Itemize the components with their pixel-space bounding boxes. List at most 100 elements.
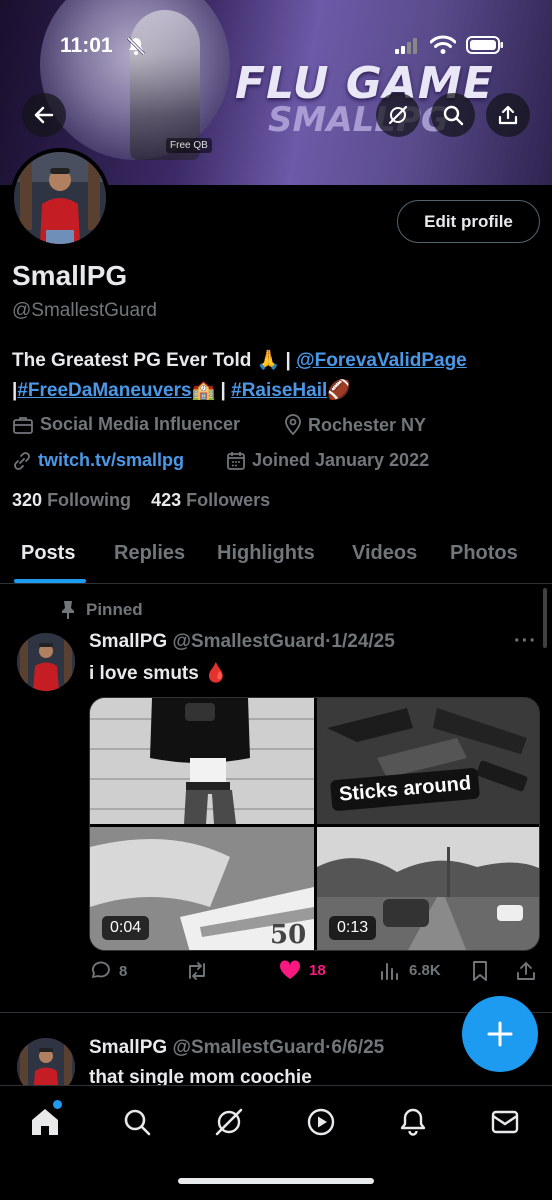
heart-icon — [279, 960, 301, 979]
tab-replies[interactable]: Replies — [114, 542, 185, 565]
calendar-icon — [227, 451, 245, 470]
reply-icon — [91, 961, 110, 978]
post-author-handle[interactable]: @SmallestGuard — [172, 1037, 325, 1058]
post-avatar[interactable] — [17, 633, 75, 691]
status-time: 11:01 — [60, 34, 113, 57]
profile-category: Social Media Influencer — [12, 414, 240, 435]
profile-handle: @SmallestGuard — [12, 300, 157, 321]
profile-bio: The Greatest PG Ever Told 🙏 | @ForevaVal… — [12, 346, 547, 406]
wifi-icon — [430, 35, 456, 54]
bio-text: The Greatest PG Ever Told 🙏 | — [12, 350, 297, 371]
mail-icon — [491, 1110, 519, 1134]
post-more-button[interactable]: ··· — [514, 630, 537, 653]
scrollbar[interactable] — [543, 588, 547, 648]
post-date[interactable]: 1/24/25 — [331, 631, 394, 652]
profile-website[interactable]: twitch.tv/smallpg — [12, 450, 184, 471]
search-icon — [443, 105, 464, 126]
nav-search[interactable] — [119, 1104, 155, 1140]
repost-icon — [189, 962, 205, 980]
view-count: 6.8K — [409, 961, 441, 979]
media-photo[interactable]: Sticks around — [317, 698, 539, 824]
post-text: i love smuts 🩸 — [89, 663, 228, 684]
location-pin-icon — [285, 414, 301, 436]
views-icon — [381, 963, 398, 980]
bio-separator: | — [215, 380, 232, 401]
bell-slash-icon — [126, 36, 146, 56]
post-author-name[interactable]: SmallPG — [89, 1037, 167, 1058]
svg-text:50: 50 — [270, 920, 306, 950]
play-icon — [307, 1108, 335, 1136]
nav-video[interactable] — [303, 1104, 339, 1140]
back-button[interactable] — [22, 93, 66, 137]
media-image — [90, 698, 314, 824]
grok-icon — [215, 1108, 243, 1136]
home-notification-dot — [53, 1100, 62, 1109]
status-bar: 11:01 — [0, 30, 552, 60]
avatar-image — [17, 633, 75, 691]
display-name: SmallPG — [12, 260, 128, 291]
followers-link[interactable]: 423 Followers — [151, 490, 270, 510]
share-button[interactable] — [486, 93, 530, 137]
reply-count: 8 — [119, 962, 128, 980]
tab-videos[interactable]: Videos — [352, 542, 417, 565]
nav-grok[interactable] — [211, 1104, 247, 1140]
follow-stats: 320 Following 423 Followers — [12, 490, 270, 511]
pin-icon — [62, 601, 74, 619]
bio-hashtag-link[interactable]: #FreeDaManeuvers — [17, 380, 191, 401]
views-button[interactable]: 6.8K — [379, 960, 441, 980]
bio-hashtag-link[interactable]: #RaiseHail — [231, 380, 327, 401]
reply-button[interactable]: 8 — [89, 960, 127, 982]
post-author-name[interactable]: SmallPG — [89, 631, 167, 652]
bio-emoji: 🏈 — [327, 380, 351, 401]
compose-post-button[interactable] — [462, 996, 538, 1072]
profile-location: Rochester NY — [284, 414, 426, 436]
grok-button[interactable] — [376, 93, 420, 137]
media-video[interactable]: 50 0:04 — [90, 827, 314, 950]
home-icon — [32, 1109, 58, 1135]
tab-posts[interactable]: Posts — [21, 542, 75, 565]
tab-highlights[interactable]: Highlights — [217, 542, 315, 565]
search-button[interactable] — [431, 93, 475, 137]
video-duration: 0:13 — [329, 916, 377, 940]
tab-photos[interactable]: Photos — [450, 542, 518, 565]
nav-home[interactable] — [27, 1104, 63, 1140]
following-link[interactable]: 320 Following — [12, 490, 131, 510]
website-link[interactable]: twitch.tv/smallpg — [38, 450, 184, 471]
bio-mention-link[interactable]: @ForevaValidPage — [296, 350, 467, 371]
nav-messages[interactable] — [487, 1104, 523, 1140]
post-author-handle[interactable]: @SmallestGuard — [172, 631, 325, 652]
banner-subtitle: SMALLPG — [268, 100, 449, 140]
edit-profile-button[interactable]: Edit profile — [397, 200, 540, 243]
following-count: 320 — [12, 490, 43, 510]
profile-avatar[interactable] — [10, 148, 110, 248]
like-button[interactable]: 18 — [279, 960, 326, 980]
nav-notifications[interactable] — [395, 1104, 431, 1140]
battery-icon — [466, 36, 503, 54]
share-icon — [498, 105, 518, 125]
media-video[interactable]: 0:13 — [317, 827, 539, 950]
share-icon — [517, 962, 535, 980]
bookmark-icon — [473, 961, 487, 981]
grok-icon — [388, 105, 408, 125]
share-post-button[interactable] — [515, 960, 545, 982]
profile-tabs: Posts Replies Highlights Videos Photos — [0, 530, 552, 584]
post-date[interactable]: 6/6/25 — [331, 1037, 384, 1058]
bell-icon — [400, 1108, 426, 1136]
following-label: Following — [47, 490, 132, 510]
bookmark-button[interactable] — [471, 960, 497, 982]
media-photo[interactable] — [90, 698, 314, 824]
post-header: SmallPG @SmallestGuard·6/6/25 — [89, 1037, 384, 1059]
location-label: Rochester NY — [308, 414, 427, 435]
post-actions: 8 18 6.8K — [89, 960, 544, 988]
home-indicator — [178, 1178, 374, 1184]
avatar-image — [14, 152, 106, 244]
active-tab-indicator — [14, 579, 86, 583]
pinned-label: Pinned — [86, 600, 143, 619]
post-media-grid: Sticks around 50 0:04 0:13 — [89, 697, 540, 951]
plus-icon — [487, 1021, 513, 1047]
banner-tag: Free QB — [166, 138, 212, 153]
back-icon — [34, 106, 54, 124]
profile-joined: Joined January 2022 — [226, 450, 429, 471]
cellular-signal-icon — [395, 38, 417, 54]
repost-button[interactable] — [185, 960, 217, 982]
